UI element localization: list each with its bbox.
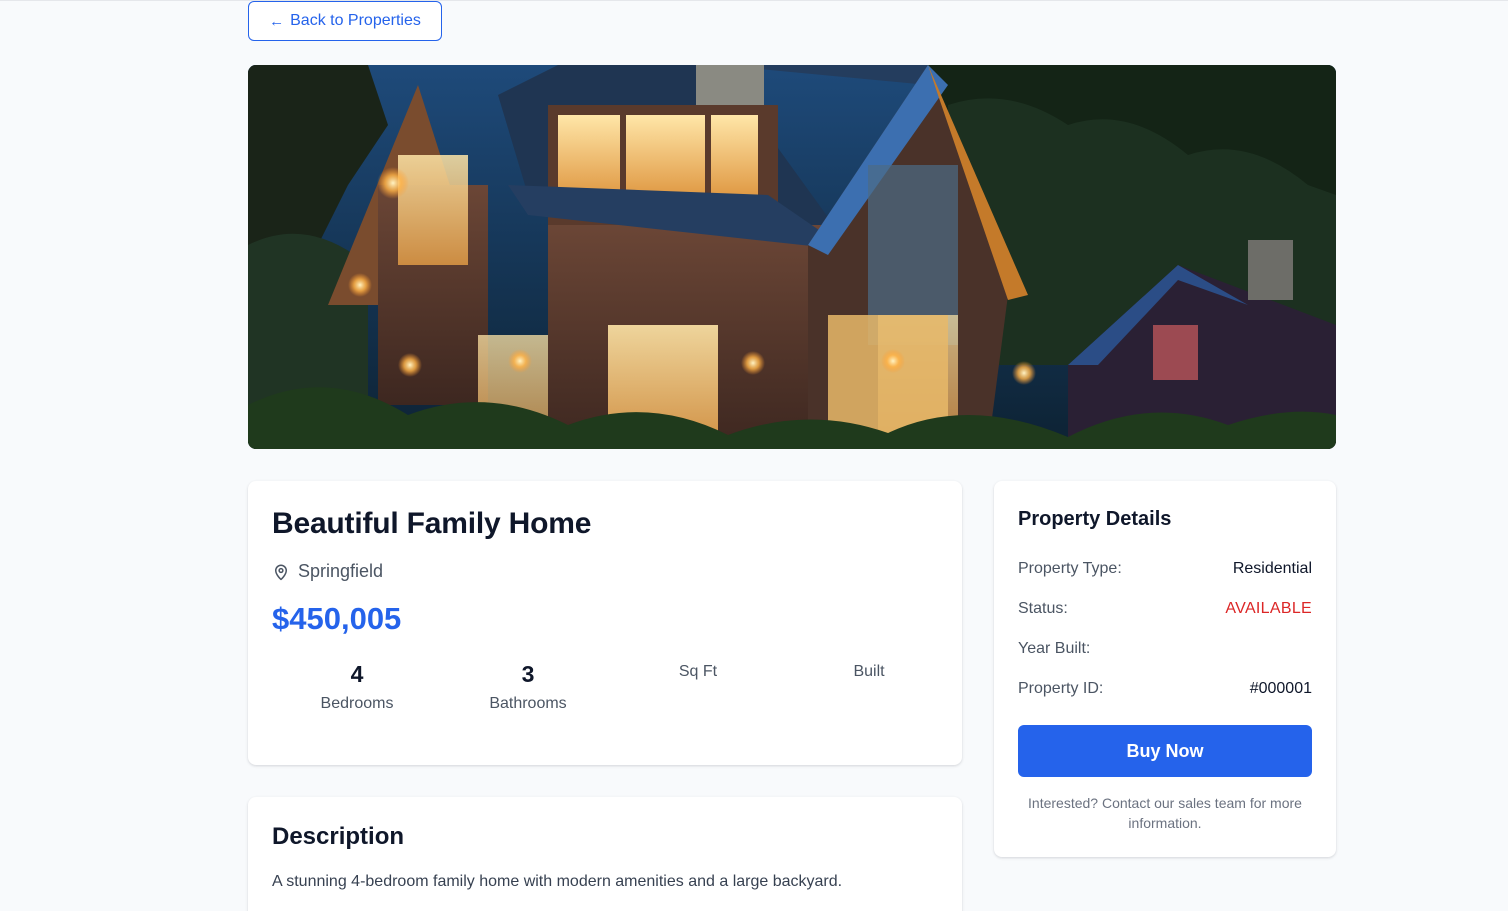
stat-bedrooms: 4 Bedrooms <box>272 659 442 713</box>
property-summary-card: Beautiful Family Home Springfield $450,0… <box>248 481 962 765</box>
property-hero-image <box>248 65 1336 449</box>
detail-key: Property ID: <box>1018 680 1104 697</box>
detail-value: Residential <box>1232 560 1312 577</box>
description-text: A stunning 4-bedroom family home with mo… <box>272 873 843 890</box>
detail-row-year-built: Year Built: <box>1018 637 1312 661</box>
contact-note: Interested? Contact our sales team for m… <box>1028 795 1302 831</box>
property-price: $450,005 <box>272 601 402 636</box>
stat-label: Bathrooms <box>489 695 567 712</box>
stat-value: 3 <box>521 661 535 687</box>
description-card: Description A stunning 4-bedroom family … <box>248 797 962 911</box>
detail-row-property-type: Property Type: Residential <box>1018 557 1312 581</box>
arrow-left-icon: ← <box>269 12 285 30</box>
detail-key: Status: <box>1018 600 1068 617</box>
property-location: Springfield <box>272 561 383 582</box>
property-details-card: Property Details Property Type: Resident… <box>994 481 1336 857</box>
property-title: Beautiful Family Home <box>272 507 592 540</box>
top-divider <box>0 0 1508 3</box>
map-pin-icon <box>272 563 290 581</box>
stat-label: Built <box>853 663 885 680</box>
back-button-label: Back to Properties <box>290 12 421 29</box>
stat-built: Built <box>784 659 954 681</box>
description-heading: Description <box>272 823 405 850</box>
detail-row-property-id: Property ID: #000001 <box>1018 677 1312 701</box>
detail-key: Year Built: <box>1018 640 1091 657</box>
property-stats: 4 Bedrooms 3 Bathrooms Sq Ft Built <box>272 659 954 719</box>
buy-now-button[interactable]: Buy Now <box>1018 725 1312 777</box>
detail-key: Property Type: <box>1018 560 1122 577</box>
location-text: Springfield <box>298 561 384 581</box>
stat-bathrooms: 3 Bathrooms <box>443 659 613 713</box>
stat-label: Sq Ft <box>678 663 718 680</box>
stat-value: 4 <box>350 661 364 687</box>
stat-sqft: Sq Ft <box>613 659 783 681</box>
status-badge: AVAILABLE <box>1225 600 1312 617</box>
detail-row-status: Status: AVAILABLE <box>1018 597 1312 621</box>
stat-label: Bedrooms <box>320 695 394 712</box>
back-to-properties-button[interactable]: ← Back to Properties <box>248 1 442 41</box>
property-details-heading: Property Details <box>1018 508 1172 530</box>
detail-value: #000001 <box>1249 680 1312 697</box>
